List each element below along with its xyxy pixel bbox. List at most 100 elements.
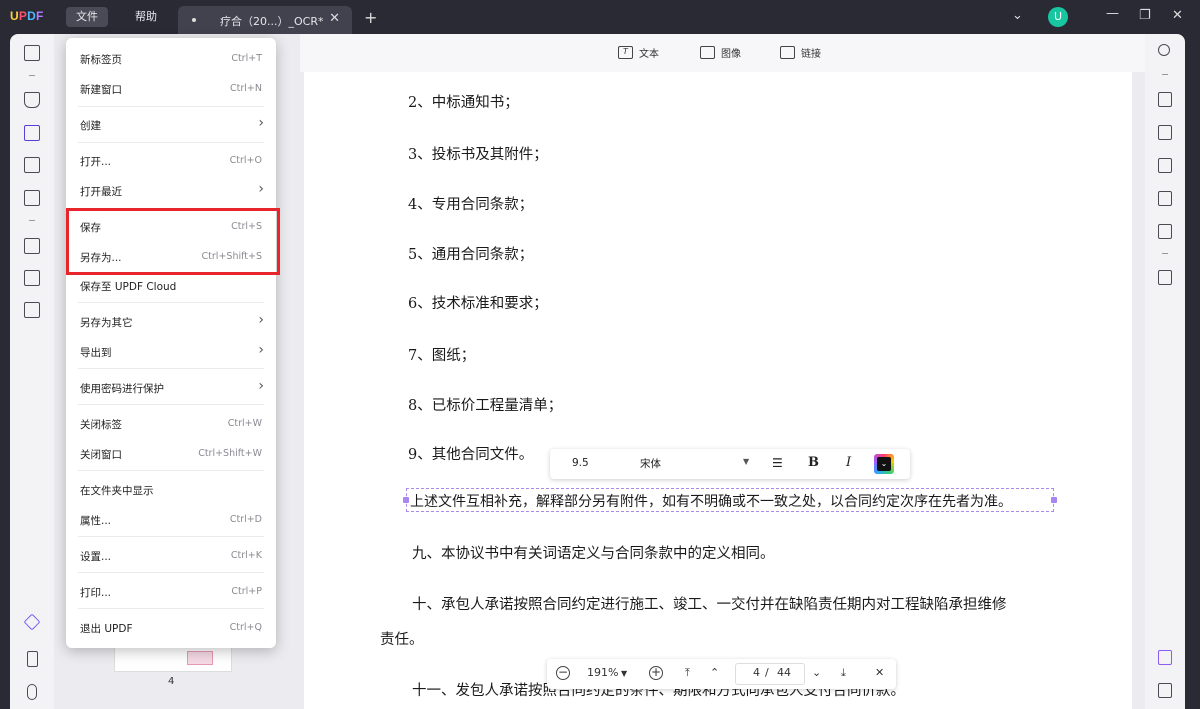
last-page-icon[interactable]: ⤓ xyxy=(841,666,846,680)
bold-button[interactable]: B xyxy=(808,455,819,470)
zoom-out-icon[interactable]: − xyxy=(556,666,570,680)
doc-line[interactable]: 十、承包人承诺按照合同约定进行施工、竣工、一交付并在缺陷责任期内对工程缺陷承担维… xyxy=(412,593,1007,614)
menu-item-show-in-folder[interactable]: 在文件夹中显示 xyxy=(66,474,276,504)
menu-item-new-tab[interactable]: 新标签页 Ctrl+T xyxy=(66,43,276,73)
menu-item-label: 打印... xyxy=(80,587,112,599)
menu-item-print[interactable]: 打印... Ctrl+P xyxy=(66,576,276,606)
menu-file[interactable]: 文件 xyxy=(66,7,108,27)
menu-item-create[interactable]: 创建 › xyxy=(66,109,276,139)
menu-item-shortcut: Ctrl+P xyxy=(231,586,262,597)
bookmark-icon[interactable] xyxy=(27,651,38,667)
chevron-down-icon[interactable]: ⌄ xyxy=(1012,8,1023,23)
menu-item-label: 设置... xyxy=(80,551,112,563)
next-page-icon[interactable]: ⌄ xyxy=(812,666,821,679)
italic-button[interactable]: I xyxy=(846,455,851,470)
tab-title: 疗合（20...）_OCR* xyxy=(220,15,324,28)
menu-item-open[interactable]: 打开... Ctrl+O xyxy=(66,145,276,175)
add-text-button[interactable]: T 文本 xyxy=(618,45,659,60)
add-image-button[interactable]: 图像 xyxy=(700,45,741,60)
thumbnail-highlight xyxy=(187,651,213,665)
doc-line[interactable]: 4、专用合同条款； xyxy=(408,193,533,214)
doc-line[interactable]: 6、技术标准和要求； xyxy=(408,292,548,313)
doc-line[interactable]: 9、其他合同文件。 xyxy=(408,443,533,464)
resize-handle-right[interactable] xyxy=(1051,497,1057,503)
menu-divider xyxy=(78,536,264,537)
red-highlight-box xyxy=(66,208,280,275)
stamp-icon[interactable] xyxy=(24,302,40,318)
menu-item-new-window[interactable]: 新建窗口 Ctrl+N xyxy=(66,73,276,103)
protect-icon[interactable] xyxy=(1158,158,1172,173)
search-icon[interactable] xyxy=(1158,44,1170,56)
menu-item-quit[interactable]: 退出 UPDF Ctrl+Q xyxy=(66,612,276,642)
zoom-in-icon[interactable]: + xyxy=(649,666,663,680)
menu-item-shortcut: Ctrl+Shift+W xyxy=(198,448,262,459)
email-icon[interactable] xyxy=(1158,224,1172,239)
comments-panel-icon[interactable] xyxy=(1158,683,1172,698)
add-image-label: 图像 xyxy=(721,49,741,60)
user-avatar[interactable]: U xyxy=(1048,7,1068,27)
edit-pdf-icon[interactable] xyxy=(24,125,40,141)
add-link-button[interactable]: 链接 xyxy=(780,45,821,60)
close-window-icon[interactable]: ✕ xyxy=(1172,8,1183,23)
share-icon[interactable] xyxy=(1158,191,1172,206)
menu-item-export[interactable]: 导出到 › xyxy=(66,336,276,366)
doc-line[interactable]: 8、已标价工程量清单； xyxy=(408,394,562,415)
tab-close-icon[interactable]: ✕ xyxy=(329,11,340,26)
resize-handle-left[interactable] xyxy=(403,497,409,503)
layers-icon[interactable] xyxy=(23,613,41,631)
current-page-number[interactable]: 4 xyxy=(753,666,760,679)
save-icon[interactable] xyxy=(1158,270,1172,285)
document-tab[interactable]: 疗合（20...）_OCR* ✕ xyxy=(178,6,352,34)
attachment-icon[interactable] xyxy=(27,684,37,700)
restore-icon[interactable]: ❐ xyxy=(1139,8,1151,23)
menu-item-label: 使用密码进行保护 xyxy=(80,383,164,395)
text-color-button[interactable]: ⌄ xyxy=(874,454,894,474)
page-navigation-bar: − 191% ▼ + ⤒ ⌃ 4 / 44 ⌄ ⤓ ✕ xyxy=(547,659,896,689)
doc-line[interactable]: 九、本协议书中有关词语定义与合同条款中的定义相同。 xyxy=(412,542,775,563)
menu-item-settings[interactable]: 设置... Ctrl+K xyxy=(66,540,276,570)
reader-icon[interactable] xyxy=(24,45,40,61)
organize-pages-icon[interactable] xyxy=(24,157,40,173)
font-dropdown-icon[interactable]: ▼ xyxy=(743,457,749,466)
menu-item-label: 退出 UPDF xyxy=(80,623,133,635)
new-tab-plus-icon[interactable]: + xyxy=(364,8,377,27)
page-number-field[interactable] xyxy=(735,663,805,685)
first-page-icon[interactable]: ⤒ xyxy=(685,666,690,680)
doc-line[interactable]: 7、图纸； xyxy=(408,344,475,365)
doc-line[interactable]: 3、投标书及其附件； xyxy=(408,143,548,164)
font-size-select[interactable]: 9.5 xyxy=(572,457,589,469)
menu-item-close-tab[interactable]: 关闭标签 Ctrl+W xyxy=(66,408,276,438)
doc-line[interactable]: 2、中标通知书； xyxy=(408,91,519,112)
menu-item-shortcut: Ctrl+O xyxy=(229,155,262,166)
minimize-icon[interactable]: — xyxy=(1106,6,1119,21)
menu-item-save-as-other[interactable]: 另存为其它 › xyxy=(66,306,276,336)
page-tools-icon[interactable] xyxy=(24,238,40,254)
menu-item-password-protect[interactable]: 使用密码进行保护 › xyxy=(66,372,276,402)
menu-help[interactable]: 帮助 xyxy=(125,7,167,27)
menu-item-close-window[interactable]: 关闭窗口 Ctrl+Shift+W xyxy=(66,438,276,468)
convert-icon[interactable] xyxy=(1158,125,1172,140)
doc-line[interactable]: 5、通用合同条款； xyxy=(408,243,533,264)
font-family-select[interactable]: 宋体 xyxy=(640,456,661,471)
ocr-icon[interactable] xyxy=(1158,92,1172,107)
zoom-level[interactable]: 191% xyxy=(587,666,618,679)
crop-icon[interactable] xyxy=(24,270,40,286)
tab-menu-dot-icon[interactable] xyxy=(192,18,196,22)
add-text-label: 文本 xyxy=(639,49,659,60)
left-toolbar xyxy=(10,34,54,709)
zoom-dropdown-icon[interactable]: ▼ xyxy=(621,669,627,678)
comment-icon[interactable] xyxy=(24,92,40,108)
doc-line[interactable]: 责任。 xyxy=(380,628,424,649)
text-icon: T xyxy=(618,46,633,59)
align-icon[interactable]: ☰ xyxy=(772,456,783,470)
menu-item-label: 新建窗口 xyxy=(80,84,122,96)
ai-assistant-icon[interactable] xyxy=(1158,650,1172,665)
fill-sign-icon[interactable] xyxy=(24,190,40,206)
menu-item-open-recent[interactable]: 打开最近 › xyxy=(66,175,276,205)
menu-item-properties[interactable]: 属性... Ctrl+D xyxy=(66,504,276,534)
thumbnail-page-number: 4 xyxy=(168,676,175,687)
doc-line-selected[interactable]: 上述文件互相补充，解释部分另有附件，如有不明确或不一致之处，以合同约定次序在先者… xyxy=(410,491,1012,511)
close-nav-icon[interactable]: ✕ xyxy=(875,666,884,679)
previous-page-icon[interactable]: ⌃ xyxy=(710,666,719,679)
link-icon xyxy=(780,46,795,59)
